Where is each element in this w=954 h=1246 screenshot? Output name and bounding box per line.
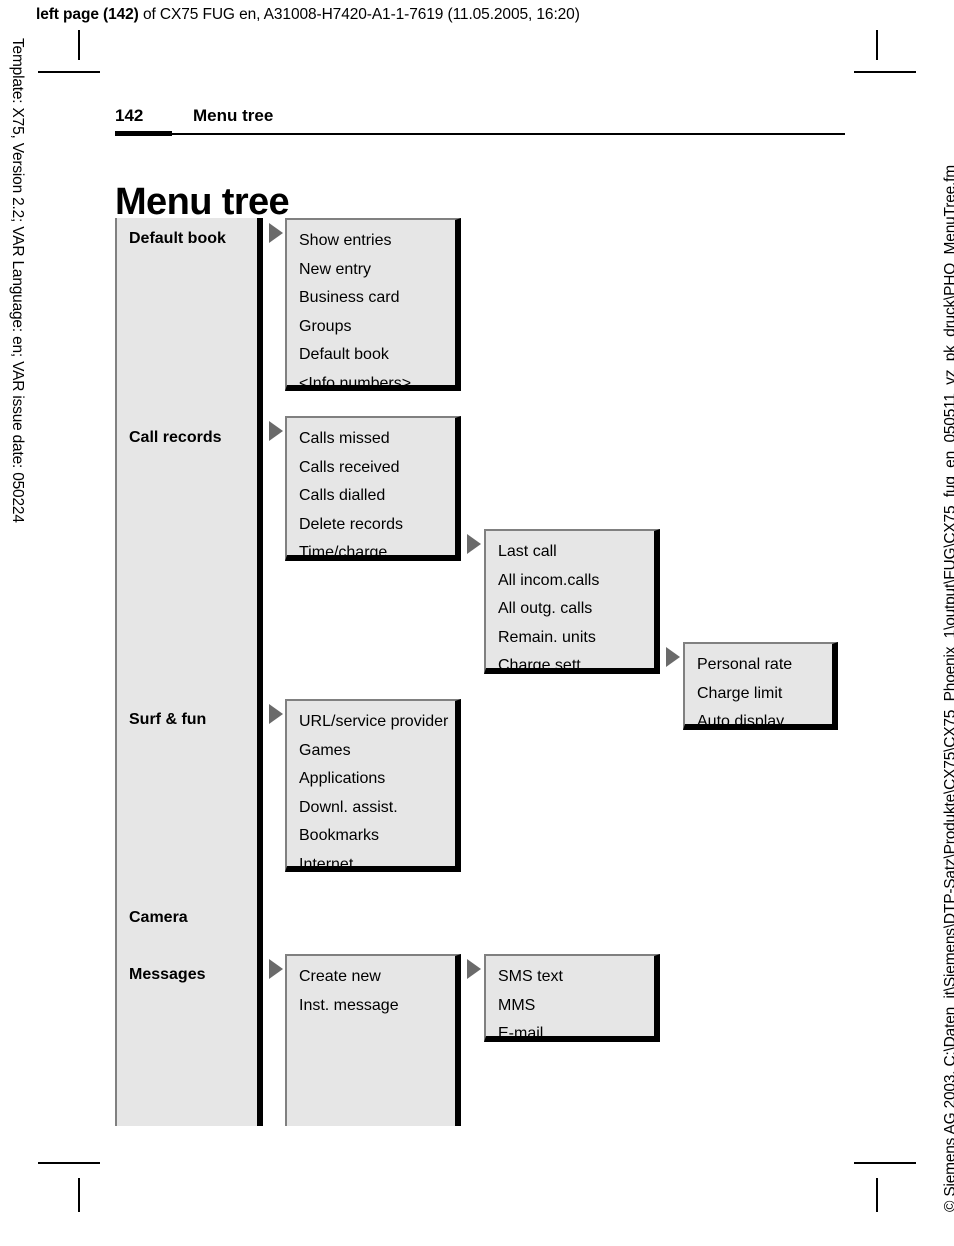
expand-arrow-messages	[269, 959, 283, 979]
menu-item-url-service-provider[interactable]: URL/service provider	[287, 708, 455, 737]
expand-arrow-call-records	[269, 421, 283, 441]
menu-item-call-records[interactable]: Call records	[117, 424, 257, 453]
submenu-call-records: Calls missed Calls received Calls dialle…	[285, 416, 461, 561]
menu-item-personal-rate[interactable]: Personal rate	[685, 651, 832, 680]
menu-item-remain-units[interactable]: Remain. units	[486, 624, 654, 653]
menu-item-inst-message[interactable]: Inst. message	[287, 992, 455, 1021]
expand-arrow-default-book	[269, 223, 283, 243]
menu-item-bookmarks[interactable]: Bookmarks	[287, 822, 455, 851]
submenu-create-new: SMS text MMS E-mail	[484, 954, 660, 1042]
menu-item-new-entry[interactable]: New entry	[287, 256, 455, 285]
menu-item-all-incom-calls[interactable]: All incom.calls	[486, 567, 654, 596]
menu-item-business-card[interactable]: Business card	[287, 284, 455, 313]
menu-item-default-book-sub[interactable]: Default book	[287, 341, 455, 370]
menu-item-default-book[interactable]: Default book	[117, 225, 257, 254]
menu-item-applications[interactable]: Applications	[287, 765, 455, 794]
menu-item-calls-received[interactable]: Calls received	[287, 454, 455, 483]
submenu-charge-sett: Personal rate Charge limit Auto display	[683, 642, 838, 730]
submenu-time-charge: Last call All incom.calls All outg. call…	[484, 529, 660, 674]
menu-item-internet[interactable]: Internet	[287, 851, 455, 880]
submenu-surf-fun: URL/service provider Games Applications …	[285, 699, 461, 873]
menu-item-email[interactable]: E-mail	[486, 1020, 654, 1049]
menu-item-charge-limit[interactable]: Charge limit	[685, 680, 832, 709]
submenu-messages: Create new Inst. message	[285, 954, 461, 1126]
menu-item-groups[interactable]: Groups	[287, 313, 455, 342]
menu-item-surf-fun[interactable]: Surf & fun	[117, 706, 257, 735]
menu-item-messages[interactable]: Messages	[117, 961, 257, 990]
menu-item-games[interactable]: Games	[287, 737, 455, 766]
expand-arrow-surf-fun	[269, 704, 283, 724]
expand-arrow-time-charge	[467, 534, 481, 554]
menu-item-charge-sett[interactable]: Charge sett.	[486, 652, 654, 681]
menu-item-downl-assist[interactable]: Downl. assist.	[287, 794, 455, 823]
menu-item-mms[interactable]: MMS	[486, 992, 654, 1021]
menu-item-all-outg-calls[interactable]: All outg. calls	[486, 595, 654, 624]
menu-item-info-numbers[interactable]: <Info numbers>	[287, 370, 455, 399]
menu-item-show-entries[interactable]: Show entries	[287, 227, 455, 256]
menu-item-last-call[interactable]: Last call	[486, 538, 654, 567]
menu-tree-diagram: Default book Call records Surf & fun Cam…	[0, 0, 954, 1246]
menu-item-camera[interactable]: Camera	[117, 904, 257, 933]
menu-item-time-charge[interactable]: Time/charge	[287, 539, 455, 568]
expand-arrow-create-new	[467, 959, 481, 979]
menu-item-calls-dialled[interactable]: Calls dialled	[287, 482, 455, 511]
submenu-default-book: Show entries New entry Business card Gro…	[285, 218, 461, 392]
menu-item-create-new[interactable]: Create new	[287, 963, 455, 992]
menu-item-delete-records[interactable]: Delete records	[287, 511, 455, 540]
menu-level1-column: Default book Call records Surf & fun Cam…	[115, 218, 263, 1126]
menu-item-sms-text[interactable]: SMS text	[486, 963, 654, 992]
expand-arrow-charge-sett	[666, 647, 680, 667]
menu-item-calls-missed[interactable]: Calls missed	[287, 425, 455, 454]
menu-item-auto-display[interactable]: Auto display	[685, 708, 832, 737]
